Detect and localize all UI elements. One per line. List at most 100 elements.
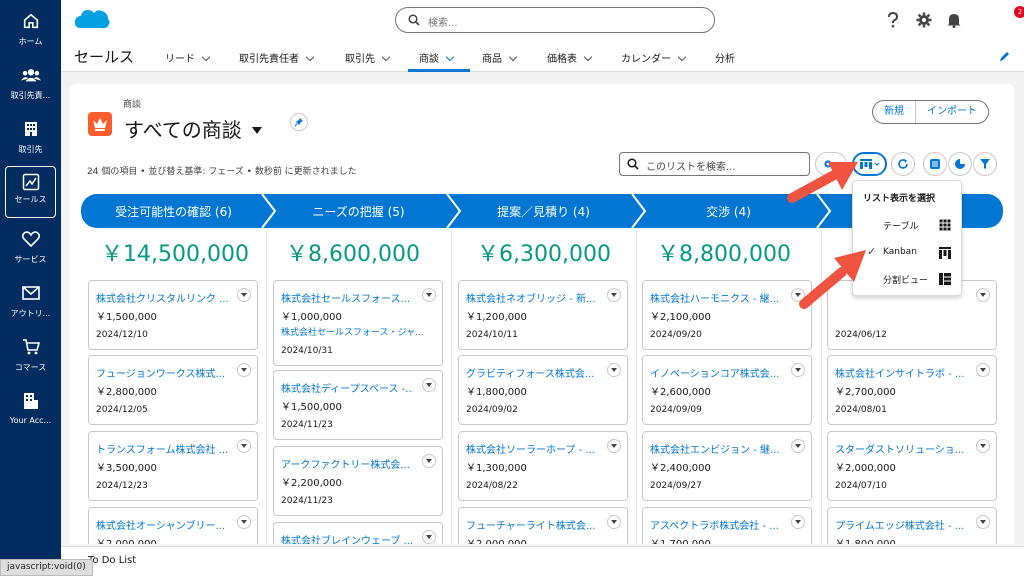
card-name[interactable]: スターダストソリューショ... [835, 441, 967, 456]
card-name[interactable]: 株式会社ソーラーホープ - ... [466, 441, 598, 456]
global-search[interactable]: 検索... [395, 7, 715, 33]
edit-nav-icon[interactable] [999, 50, 1011, 65]
opportunity-card[interactable]: 株式会社ブレインウェーブ ... [273, 522, 443, 544]
opportunity-card[interactable]: 株式会社ソーラーホープ - ... ￥1,300,000 2024/08/22 [458, 431, 628, 501]
card-menu-icon[interactable] [422, 378, 436, 392]
card-name[interactable]: トランスフォーム株式会社 ... [96, 441, 228, 456]
page-title[interactable]: すべての商談 [124, 114, 262, 143]
tab-opportunities[interactable]: 商談 [419, 50, 455, 65]
tab-price-books[interactable]: 価格表 [547, 50, 593, 65]
card-account-link[interactable]: 株式会社セールスフォース・ジャ... [281, 325, 431, 338]
card-name[interactable]: 株式会社インサイトラボ - ... [835, 365, 967, 380]
card-menu-icon[interactable] [791, 363, 805, 377]
rail-item-sales[interactable]: セールス [5, 166, 56, 218]
opportunity-card[interactable]: スターダストソリューショ... ￥2,000,000 2024/07/10 [827, 431, 997, 501]
card-menu-icon[interactable] [422, 530, 436, 544]
rail-item-home[interactable]: ホーム [0, 10, 61, 62]
tab-accounts[interactable]: 取引先 [345, 50, 391, 65]
pin-icon[interactable] [290, 113, 308, 131]
card-name[interactable]: 株式会社ディープスペース -... [281, 380, 413, 395]
card-name[interactable]: プライムエッジ株式会社 - ... [835, 517, 967, 532]
card-menu-icon[interactable] [237, 363, 251, 377]
opportunity-card[interactable]: 株式会社ネオブリッジ - 新... ￥1,200,000 2024/10/11 [458, 280, 628, 350]
card-menu-icon[interactable] [976, 288, 990, 302]
tab-leads[interactable]: リード [165, 50, 211, 65]
card-name[interactable]: 株式会社オーシャンブリー... [96, 517, 228, 532]
opportunity-card[interactable]: 株式会社オーシャンブリー... ￥2,000,000 [88, 507, 258, 544]
card-name[interactable]: フューチャーライト株式会... [466, 517, 598, 532]
opportunity-card[interactable]: グラビティフォース株式会... ￥1,800,000 2024/09/02 [458, 355, 628, 425]
tab-analytics[interactable]: 分析 [715, 50, 735, 65]
salesforce-logo[interactable] [73, 6, 111, 35]
tab-calendar[interactable]: カレンダー [621, 50, 687, 65]
opportunity-card[interactable]: フューチャーライト株式会... ￥2,000,000 [458, 507, 628, 544]
card-menu-icon[interactable] [237, 288, 251, 302]
stage-total: ￥8,600,000 [286, 242, 420, 267]
filter-button[interactable] [973, 152, 997, 176]
tab-products[interactable]: 商品 [482, 50, 518, 65]
rail-item-contacts[interactable]: 取引先責... [0, 64, 61, 116]
card-menu-icon[interactable] [607, 363, 621, 377]
card-menu-icon[interactable] [607, 515, 621, 529]
card-name[interactable]: 株式会社ハーモニクス - 継... [650, 290, 782, 305]
card-name[interactable]: アークファクトリー株式会... [281, 456, 413, 471]
card-name[interactable]: アスペクトラボ株式会社 - ... [650, 517, 782, 532]
card-menu-icon[interactable] [607, 439, 621, 453]
rail-item-accounts[interactable]: 取引先 [0, 118, 61, 170]
card-menu-icon[interactable] [791, 515, 805, 529]
chevron-down-icon[interactable] [508, 52, 518, 62]
card-name[interactable]: 株式会社セールスフォース... [281, 290, 413, 305]
card-menu-icon[interactable] [976, 439, 990, 453]
opportunity-card[interactable]: アークファクトリー株式会... ￥2,200,000 2024/11/23 [273, 446, 443, 516]
card-menu-icon[interactable] [791, 439, 805, 453]
opportunity-card[interactable]: フュージョンワークス株式... ￥2,800,000 2024/12/05 [88, 355, 258, 425]
opportunity-card[interactable]: プライムエッジ株式会社 - ... ￥1,800,000 [827, 507, 997, 544]
card-menu-icon[interactable] [976, 515, 990, 529]
card-menu-icon[interactable] [237, 439, 251, 453]
caret-down-icon[interactable] [251, 127, 262, 134]
rail-item-your-account[interactable]: Your Acc... [0, 390, 61, 442]
refresh-button[interactable] [891, 152, 915, 176]
card-name[interactable]: 株式会社クリスタルリンク ... [96, 290, 228, 305]
card-menu-icon[interactable] [237, 515, 251, 529]
chevron-down-icon[interactable] [583, 52, 593, 62]
opportunity-card[interactable]: イノベーションコア株式会... ￥2,600,000 2024/09/09 [642, 355, 812, 425]
help-icon[interactable] [883, 10, 903, 30]
opportunity-card[interactable]: 株式会社ディープスペース -... ￥1,500,000 2024/11/23 [273, 370, 443, 440]
opportunity-card[interactable]: 株式会社セールスフォース... ￥1,000,000 株式会社セールスフォース・ジャ… [273, 280, 443, 366]
tab-contacts[interactable]: 取引先責任者 [239, 50, 315, 65]
opportunity-card[interactable]: 株式会社ハーモニクス - 継... ￥2,100,000 2024/09/20 [642, 280, 812, 350]
card-name[interactable]: 株式会社エンビジョン - 継... [650, 441, 782, 456]
todo-list-button[interactable]: To Do List [88, 555, 136, 566]
opportunity-card[interactable]: トランスフォーム株式会社 ... ￥3,500,000 2024/12/23 [88, 431, 258, 501]
rail-item-service[interactable]: サービス [0, 228, 61, 280]
menu-item-table[interactable]: テーブル [853, 214, 961, 238]
gear-icon[interactable] [914, 10, 934, 30]
opportunity-card[interactable]: 株式会社クリスタルリンク ... ￥1,500,000 2024/12/10 [88, 280, 258, 350]
card-name[interactable]: 株式会社ネオブリッジ - 新... [466, 290, 598, 305]
card-name[interactable]: イノベーションコア株式会... [650, 365, 782, 380]
rail-item-commerce[interactable]: コマース [0, 336, 61, 388]
chevron-down-icon[interactable] [305, 52, 315, 62]
chevron-down-icon[interactable] [677, 52, 687, 62]
opportunity-card[interactable]: 株式会社エンビジョン - 継... ￥2,400,000 2024/09/27 [642, 431, 812, 501]
card-name[interactable]: グラビティフォース株式会... [466, 365, 598, 380]
import-button[interactable]: インポート [915, 101, 988, 123]
rail-item-outreach[interactable]: アウトリ... [0, 282, 61, 334]
card-name[interactable]: フュージョンワークス株式... [96, 365, 228, 380]
card-amount: ￥2,000,000 [96, 535, 157, 544]
opportunity-card[interactable]: 株式会社インサイトラボ - ... ￥2,700,000 2024/08/01 [827, 355, 997, 425]
opportunity-card[interactable]: アスペクトラボ株式会社 - ... ￥1,700,000 [642, 507, 812, 544]
card-menu-icon[interactable] [607, 288, 621, 302]
charts-button[interactable] [948, 152, 972, 176]
chevron-down-icon[interactable] [381, 52, 391, 62]
chevron-down-icon[interactable] [445, 52, 455, 62]
card-menu-icon[interactable] [976, 363, 990, 377]
chevron-down-icon[interactable] [201, 52, 211, 62]
card-name[interactable]: 株式会社ブレインウェーブ ... [281, 532, 413, 544]
card-menu-icon[interactable] [422, 454, 436, 468]
new-button[interactable]: 新規 [873, 101, 915, 123]
details-panel-button[interactable] [923, 152, 947, 176]
bell-icon[interactable] [944, 10, 964, 30]
card-menu-icon[interactable] [422, 288, 436, 302]
